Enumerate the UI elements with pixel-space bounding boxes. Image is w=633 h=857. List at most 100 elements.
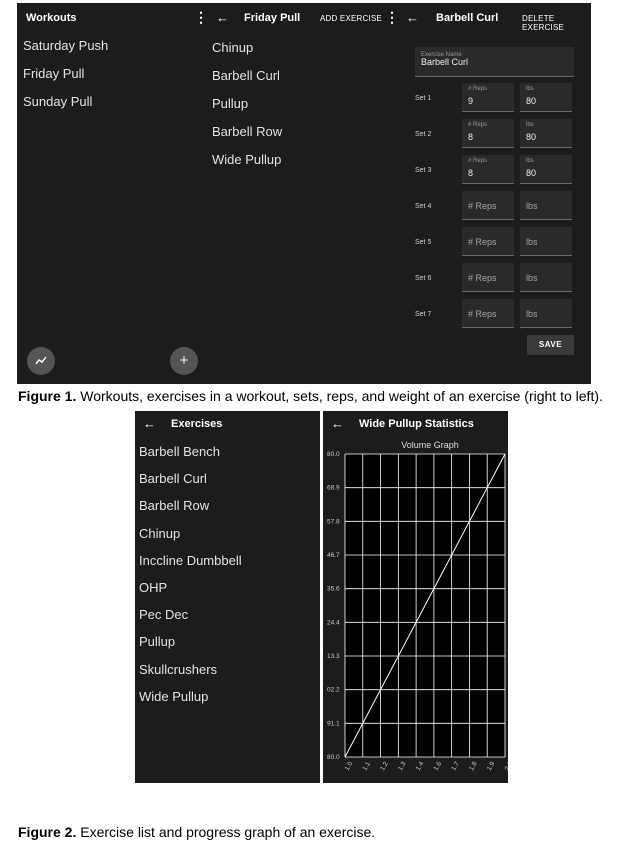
workout-item[interactable]: Sunday Pull [23, 94, 92, 109]
exercises-screen: ← Exercises Barbell Bench Barbell Curl Bar… [135, 411, 320, 783]
exercise-list-item[interactable]: OHP [139, 580, 167, 595]
x-tick-label: 2.0 [504, 760, 508, 772]
exercise-list-item[interactable]: Barbell Curl [139, 471, 207, 486]
back-arrow-icon[interactable]: ← [216, 10, 229, 25]
reps-field[interactable]: # Reps [462, 191, 514, 220]
reps-field-placeholder: # Reps [468, 201, 497, 211]
reps-field-value: 9 [468, 96, 474, 106]
reps-field[interactable]: # Reps [462, 263, 514, 292]
exercise-list-item[interactable]: Pullup [139, 634, 175, 649]
weight-field-label: lbs [526, 86, 534, 92]
exercise-name-field[interactable]: Exercise Name Barbell Curl [415, 47, 574, 77]
exercise-list-item[interactable]: Skullcrushers [139, 662, 217, 677]
x-tick-label: 1.0 [344, 760, 355, 772]
weight-field-placeholder: lbs [526, 201, 538, 211]
exercise-list-item[interactable]: Chinup [139, 526, 180, 541]
reps-field[interactable]: # Reps 8 [462, 155, 514, 184]
reps-field-placeholder: # Reps [468, 309, 497, 319]
set-label: Set 3 [415, 167, 432, 174]
weight-field[interactable]: lbs [520, 263, 572, 292]
reps-field-value: 8 [468, 168, 474, 178]
set-label: Set 4 [415, 203, 432, 210]
weight-field-value: 80 [526, 132, 537, 142]
exercises-app-bar: ← Exercises [135, 411, 320, 437]
more-menu-icon[interactable]: ⋮ [385, 9, 398, 26]
back-arrow-icon[interactable]: ← [331, 416, 344, 431]
reps-field[interactable]: # Reps 9 [462, 83, 514, 112]
figure-2-caption: Figure 2. Exercise list and progress gra… [18, 824, 375, 840]
workout-detail-title: Friday Pull [244, 12, 301, 24]
workout-item[interactable]: Saturday Push [23, 38, 108, 53]
statistics-screen: ← Wide Pullup Statistics 1.0 1.1 1.2 1.3 1.4… [323, 411, 508, 783]
reps-field[interactable]: # Reps 8 [462, 119, 514, 148]
workouts-screen: Workouts ⋮ Saturday Push Friday Pull Sun… [17, 3, 208, 384]
y-tick-label: 80.0 [327, 451, 340, 458]
weight-field[interactable]: lbs 80 [520, 119, 572, 148]
exercise-item[interactable]: Wide Pullup [212, 152, 281, 167]
statistics-fab[interactable] [27, 347, 55, 375]
x-tick-label: 1.6 [433, 760, 444, 772]
reps-field-label: # Reps [468, 122, 488, 128]
exercise-detail-app-bar: ← Barbell Curl DELETE EXERCISE [398, 3, 591, 33]
exercises-title: Exercises [171, 418, 223, 430]
reps-field[interactable]: # Reps [462, 299, 514, 328]
weight-field[interactable]: lbs [520, 191, 572, 220]
exercise-item[interactable]: Chinup [212, 40, 253, 55]
reps-field-placeholder: # Reps [468, 237, 497, 247]
x-tick-label: 1.8 [468, 760, 479, 772]
reps-field-placeholder: # Reps [468, 273, 497, 283]
back-arrow-icon[interactable]: ← [406, 10, 419, 25]
x-tick-label: 1.7 [450, 760, 461, 772]
weight-field[interactable]: lbs [520, 299, 572, 328]
reps-field-label: # Reps [468, 86, 488, 92]
exercise-item[interactable]: Barbell Row [212, 124, 282, 139]
weight-field[interactable]: lbs 80 [520, 155, 572, 184]
exercise-detail-title: Barbell Curl [436, 12, 499, 24]
reps-field[interactable]: # Reps [462, 227, 514, 256]
exercise-name-value: Barbell Curl [421, 57, 469, 67]
statistics-title: Wide Pullup Statistics [359, 418, 474, 430]
weight-field-value: 80 [526, 96, 537, 106]
set-label: Set 7 [415, 311, 432, 318]
x-tick-label: 1.3 [397, 760, 408, 772]
x-tick-label: 1.9 [486, 760, 497, 772]
y-tick-label: 24.4 [327, 619, 340, 626]
exercise-list-item[interactable]: Barbell Row [139, 498, 209, 513]
back-arrow-icon[interactable]: ← [143, 416, 156, 431]
exercise-list-item[interactable]: Inccline Dumbbell [139, 553, 242, 568]
exercise-item[interactable]: Pullup [212, 96, 248, 111]
save-button[interactable]: SAVE [527, 335, 574, 355]
workouts-title: Workouts [26, 12, 77, 24]
add-exercise-button[interactable]: ADD EXERCISE [320, 14, 382, 23]
delete-exercise-button[interactable]: DELETE EXERCISE [522, 14, 591, 32]
add-exercise-fab[interactable]: + [170, 347, 198, 375]
y-tick-label: 46.7 [327, 552, 340, 559]
weight-field[interactable]: lbs [520, 227, 572, 256]
weight-field-placeholder: lbs [526, 237, 538, 247]
reps-field-label: # Reps [468, 158, 488, 164]
reps-field-value: 8 [468, 132, 474, 142]
x-tick-label: 1.4 [415, 760, 426, 772]
weight-field-placeholder: lbs [526, 273, 538, 283]
exercise-detail-screen: ← Barbell Curl DELETE EXERCISE Exercise … [398, 3, 591, 384]
statistics-app-bar: ← Wide Pullup Statistics [323, 411, 508, 437]
exercise-list-item[interactable]: Barbell Bench [139, 444, 220, 459]
y-tick-label: 57.8 [327, 518, 340, 525]
trending-up-icon [35, 356, 47, 365]
figure-2-text: Exercise list and progress graph of an e… [76, 824, 376, 840]
weight-field[interactable]: lbs 80 [520, 83, 572, 112]
workouts-app-bar: Workouts ⋮ [17, 3, 208, 33]
exercise-item[interactable]: Barbell Curl [212, 68, 280, 83]
more-menu-icon[interactable]: ⋮ [194, 9, 208, 26]
x-tick-label: 1.1 [361, 760, 372, 772]
y-tick-label: 68.9 [327, 485, 340, 492]
figure-1-label: Figure 1. [18, 388, 77, 404]
figure-1-caption: Figure 1. Workouts, exercises in a worko… [18, 388, 603, 404]
workout-item[interactable]: Friday Pull [23, 66, 84, 81]
exercise-list-item[interactable]: Pec Dec [139, 607, 188, 622]
exercise-list-item[interactable]: Wide Pullup [139, 689, 208, 704]
figure-2-label: Figure 2. [18, 824, 77, 840]
chart-title: Volume Graph [401, 440, 459, 450]
x-tick-label: 1.2 [379, 760, 390, 772]
workout-detail-screen: ← Friday Pull ADD EXERCISE ⋮ Chinup Barb… [208, 3, 398, 384]
